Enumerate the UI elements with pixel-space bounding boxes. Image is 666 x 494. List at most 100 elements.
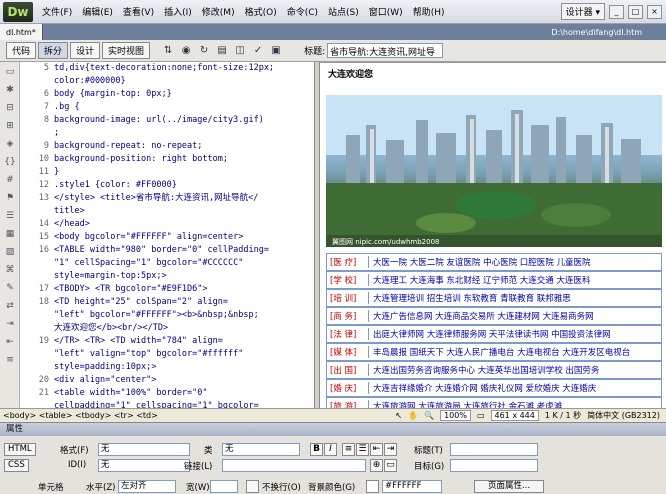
menu-item[interactable]: 修改(M): [197, 5, 240, 18]
menu-item[interactable]: 查看(V): [118, 5, 159, 18]
collapse-selection-icon[interactable]: ⊟: [2, 100, 18, 116]
page-properties-button[interactable]: 页面属性...: [474, 480, 544, 493]
move-css-icon[interactable]: ⇄: [2, 298, 18, 314]
italic-icon[interactable]: I: [324, 443, 337, 456]
line-numbers-icon[interactable]: #: [2, 172, 18, 188]
status-right: ↖ ✋ 🔍 100% ▭ 461 x 444 1 K / 1 秒 简体中文 (G…: [395, 410, 666, 421]
horz-select[interactable]: 左对齐: [118, 480, 176, 493]
code-line: style=margin-top:5px;>: [20, 270, 314, 283]
refresh-icon[interactable]: ↻: [196, 44, 212, 58]
link-list[interactable]: 大连吉祥缘婚介 大连婚介网 婚庆礼仪网 爱欣婚庆 大连婚庆: [369, 382, 596, 394]
outdent-icon[interactable]: ⇤: [370, 443, 383, 456]
split-view-button[interactable]: 拆分: [38, 42, 69, 59]
link-category: [商 务]: [327, 310, 369, 322]
code-text: background-repeat: no-repeat;: [54, 141, 203, 151]
collapse-tag-icon[interactable]: ✱: [2, 82, 18, 98]
select-tool-icon[interactable]: ↖: [395, 411, 402, 420]
document-toolbar: 代码 拆分 设计 实时视图 ⇅ ◉ ↻ ▤ ◫ ✓ ▣ 标题: 省市导航:大连资…: [0, 40, 666, 62]
format-select[interactable]: 无: [98, 443, 190, 456]
image-caption: 翼图网 nipic.com/udwhmb2008: [332, 238, 440, 246]
menu-items: 文件(F) 编辑(E) 查看(V) 插入(I) 修改(M) 格式(O) 命令(C) 站点(S)…: [37, 5, 449, 18]
properties-header[interactable]: 属性: [0, 423, 666, 436]
code-text: </style> <title>省市导航:大连资讯,网址导航</: [54, 193, 259, 203]
link-list[interactable]: 出庭大律师网 大连律师服务网 天平法律读书网 中国投资法律网: [369, 328, 611, 340]
menu-item[interactable]: 帮助(H): [408, 5, 450, 18]
menu-item[interactable]: 窗口(W): [364, 5, 408, 18]
id-select[interactable]: 无: [98, 459, 190, 472]
document-tab[interactable]: dl.htm*: [0, 24, 43, 40]
menu-item[interactable]: 插入(I): [159, 5, 197, 18]
indent-icon[interactable]: ⇥: [2, 316, 18, 332]
link-list[interactable]: 大连出国劳务咨询服务中心 大连英华出国培训学校 出国劳务: [369, 364, 599, 376]
title-attr-input[interactable]: [450, 443, 538, 456]
code-view[interactable]: 5 td,div{text-decoration:none;font-size:1…: [20, 62, 314, 408]
css-mode-button[interactable]: CSS: [4, 459, 29, 472]
window-size[interactable]: 461 x 444: [490, 410, 539, 421]
expand-all-icon[interactable]: ⊞: [2, 118, 18, 134]
link-list[interactable]: 大连理工 大连海事 东北财经 辽宁师范 大连交通 大连医科: [369, 274, 591, 286]
live-view-button[interactable]: 实时视图: [102, 42, 151, 59]
code-line: "left" valign="top" bgcolor="#ffffff": [20, 348, 314, 361]
select-parent-tag-icon[interactable]: ◈: [2, 136, 18, 152]
code-line: 17 <TBODY> <TR bgcolor="#E9F1D6">: [20, 283, 314, 296]
line-number: 18: [38, 297, 49, 307]
title-input[interactable]: 省市导航:大连资讯,网址导: [327, 43, 444, 58]
menu-item[interactable]: 文件(F): [37, 5, 77, 18]
menu-item[interactable]: 站点(S): [323, 5, 364, 18]
nowrap-checkbox[interactable]: [246, 480, 259, 493]
hand-tool-icon[interactable]: ✋: [408, 411, 418, 420]
code-view-button[interactable]: 代码: [6, 42, 37, 59]
html-mode-button[interactable]: HTML: [4, 443, 36, 456]
workspace-switcher[interactable]: 设计器 ▾: [560, 3, 605, 20]
bold-icon[interactable]: B: [310, 443, 323, 456]
minimize-icon[interactable]: _: [609, 4, 624, 19]
highlight-invalid-icon[interactable]: ⚑: [2, 190, 18, 206]
link-list[interactable]: 大连管理培训 招生培训 东软教育 青联教育 联邦雅思: [369, 292, 571, 304]
apply-comment-icon[interactable]: ▦: [2, 226, 18, 242]
unordered-list-icon[interactable]: ≡: [342, 443, 355, 456]
link-input[interactable]: [222, 459, 366, 472]
class-select[interactable]: 无: [222, 443, 300, 456]
check-browser-icon[interactable]: ▣: [268, 44, 284, 58]
code-line: 20 <div align="center">: [20, 374, 314, 387]
close-icon[interactable]: ×: [647, 4, 662, 19]
balance-braces-icon[interactable]: {}: [2, 154, 18, 170]
wrap-tag-icon[interactable]: ⌘: [2, 262, 18, 278]
outdent-icon[interactable]: ⇤: [2, 334, 18, 350]
validate-icon[interactable]: ✓: [250, 44, 266, 58]
view-options-icon[interactable]: ▤: [214, 44, 230, 58]
design-view[interactable]: 大连欢迎您 翼图网 nipic.com/udwhmb2008 [医 疗] 大医一…: [320, 62, 666, 408]
ordered-list-icon[interactable]: ☰: [356, 443, 369, 456]
link-list[interactable]: 大医一院 大医二院 友谊医院 中心医院 口腔医院 儿童医院: [369, 256, 591, 268]
visual-aids-icon[interactable]: ◫: [232, 44, 248, 58]
link-list[interactable]: 丰岛晨报 国纸天下 大连人民广播电台 大连电视台 大连开发区电视台: [369, 346, 630, 358]
menu-item[interactable]: 命令(C): [282, 5, 323, 18]
remove-comment-icon[interactable]: ▧: [2, 244, 18, 260]
maximize-icon[interactable]: □: [628, 4, 643, 19]
link-label: 链接(L): [184, 462, 213, 472]
format-source-icon[interactable]: ≡: [2, 352, 18, 368]
file-management-icon[interactable]: ⇅: [160, 44, 176, 58]
line-number: 21: [38, 388, 49, 398]
width-input[interactable]: [210, 480, 238, 493]
link-row: [媒 体] 丰岛晨报 国纸天下 大连人民广播电台 大连电视台 大连开发区电视台: [326, 343, 662, 361]
design-view-button[interactable]: 设计: [70, 42, 101, 59]
menu-item[interactable]: 编辑(E): [77, 5, 118, 18]
link-list[interactable]: 大连旅游网 大连旅游局 大连旅行社 金石滩 老虎滩: [369, 400, 562, 408]
zoom-tool-icon[interactable]: 🔍: [424, 411, 434, 420]
bgcolor-input[interactable]: #FFFFFF: [382, 480, 442, 493]
zoom-select[interactable]: 100%: [440, 410, 471, 421]
link-list[interactable]: 大连广告信息网 大连商品交易所 大连建材网 大连易商务网: [369, 310, 594, 322]
recent-snippets-icon[interactable]: ✎: [2, 280, 18, 296]
browse-folder-icon[interactable]: ▭: [384, 459, 397, 472]
point-to-file-icon[interactable]: ⊕: [370, 459, 383, 472]
color-swatch[interactable]: [366, 480, 379, 493]
target-select[interactable]: [450, 459, 538, 472]
preview-browser-icon[interactable]: ◉: [178, 44, 194, 58]
menu-item[interactable]: 格式(O): [240, 5, 282, 18]
indent-icon[interactable]: ⇥: [384, 443, 397, 456]
tag-selector[interactable]: <body> <table> <tbody> <tr> <td>: [0, 411, 158, 420]
syntax-error-icon[interactable]: ☰: [2, 208, 18, 224]
open-documents-icon[interactable]: ▭: [2, 64, 18, 80]
code-text: }: [54, 167, 60, 177]
